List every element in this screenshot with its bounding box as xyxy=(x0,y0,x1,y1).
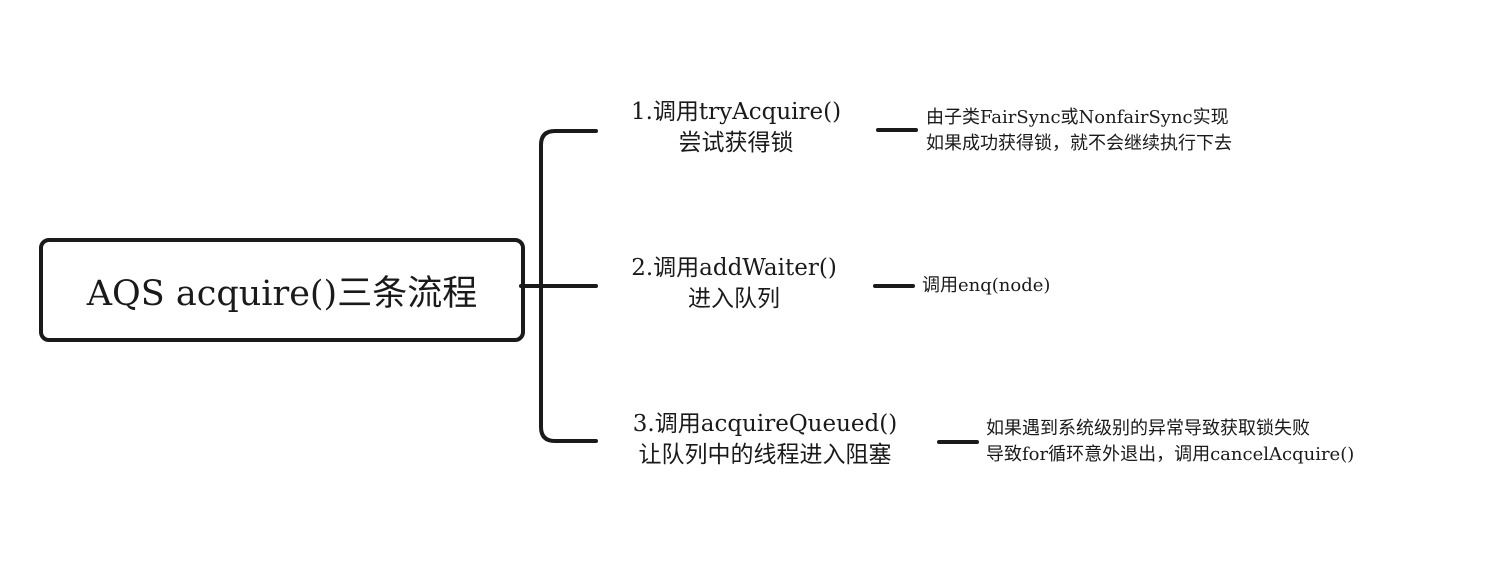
branch-1-note-line-2: 如果成功获得锁，就不会继续执行下去 xyxy=(926,133,1232,154)
branch-3-subtitle: 让队列中的线程进入阻塞 xyxy=(638,442,892,468)
branch-2-note-line-1: 调用enq(node) xyxy=(922,275,1051,296)
branch-3-title: 3.调用acquireQueued() xyxy=(632,411,898,437)
branch-1-title: 1.调用tryAcquire() xyxy=(630,99,842,125)
branch-1-node[interactable]: 1.调用tryAcquire() 尝试获得锁 xyxy=(620,97,852,159)
mind-map-canvas: AQS acquire()三条流程 1.调用tryAcquire() 尝试获得锁… xyxy=(0,0,1512,570)
branch-1-subtitle: 尝试获得锁 xyxy=(678,130,794,156)
branch-3-note-line-2: 导致for循环意外退出，调用cancelAcquire() xyxy=(986,444,1355,465)
branch-3-node[interactable]: 3.调用acquireQueued() 让队列中的线程进入阻塞 xyxy=(616,409,914,471)
branch-3-note[interactable]: 如果遇到系统级别的异常导致获取锁失败 导致for循环意外退出，调用cancelA… xyxy=(986,416,1354,468)
branch-2-subtitle: 进入队列 xyxy=(688,286,780,312)
root-title: AQS acquire()三条流程 xyxy=(86,273,478,314)
branch-1-note-line-1: 由子类FairSync或NonfairSync实现 xyxy=(926,107,1229,128)
branch-1-note[interactable]: 由子类FairSync或NonfairSync实现 如果成功获得锁，就不会继续执… xyxy=(926,105,1232,157)
root-node[interactable]: AQS acquire()三条流程 xyxy=(39,238,525,342)
branch-3-note-line-1: 如果遇到系统级别的异常导致获取锁失败 xyxy=(986,418,1310,439)
branch-2-title: 2.调用addWaiter() xyxy=(631,255,837,281)
branch-2-node[interactable]: 2.调用addWaiter() 进入队列 xyxy=(620,253,848,315)
branch-2-note[interactable]: 调用enq(node) xyxy=(922,273,1050,299)
